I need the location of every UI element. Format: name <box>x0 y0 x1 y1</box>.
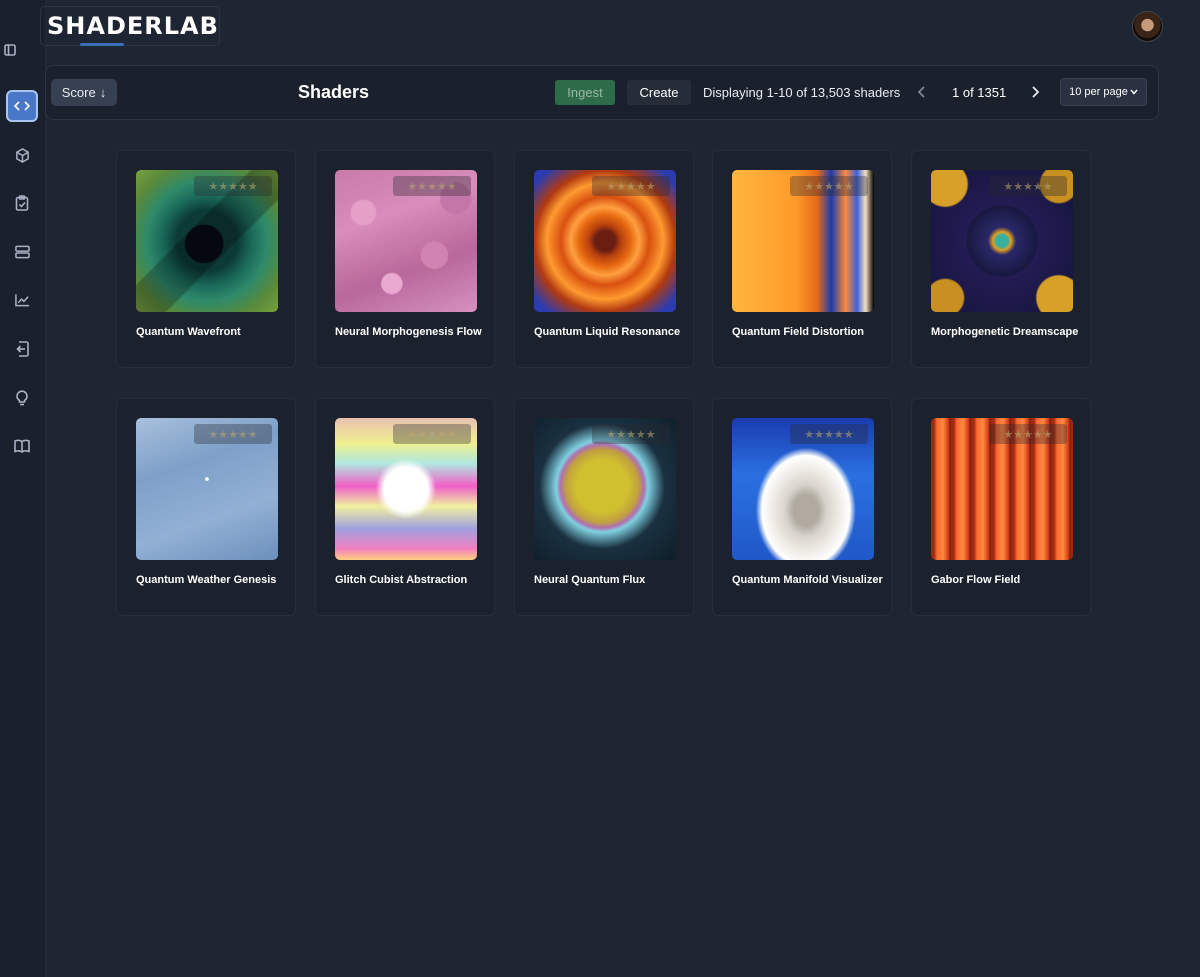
rating-stars[interactable]: ★★★★★ <box>592 424 670 444</box>
ingest-button[interactable]: Ingest <box>555 80 615 105</box>
next-page-button[interactable] <box>1027 83 1043 101</box>
rating-stars[interactable]: ★★★★★ <box>194 176 272 196</box>
sidebar-item-objects[interactable] <box>6 139 38 171</box>
shader-preview[interactable]: ★★★★★ <box>931 170 1073 312</box>
page-title: Shaders <box>298 82 370 102</box>
rating-stars[interactable]: ★★★★★ <box>393 424 471 444</box>
shader-card[interactable]: ★★★★★ Gabor Flow Field <box>911 398 1091 616</box>
clipboard-check-icon <box>15 195 29 211</box>
shader-preview[interactable]: ★★★★★ <box>732 170 874 312</box>
rating-stars[interactable]: ★★★★★ <box>194 424 272 444</box>
rating-stars[interactable]: ★★★★★ <box>989 424 1067 444</box>
shader-title: Morphogenetic Dreamscape <box>931 326 1079 338</box>
shader-preview[interactable]: ★★★★★ <box>931 418 1073 560</box>
shader-preview[interactable]: ★★★★★ <box>335 170 477 312</box>
shader-card[interactable]: ★★★★★ Quantum Liquid Resonance <box>514 150 694 368</box>
line-chart-icon <box>14 294 29 307</box>
cube-icon <box>15 147 29 163</box>
sidebar-item-import[interactable] <box>6 333 38 365</box>
shader-card[interactable]: ★★★★★ Quantum Weather Genesis <box>116 398 296 616</box>
lightbulb-icon <box>16 390 28 406</box>
shader-card[interactable]: ★★★★★ Quantum Manifold Visualizer <box>712 398 892 616</box>
shader-card[interactable]: ★★★★★ Neural Morphogenesis Flow <box>315 150 495 368</box>
rating-stars[interactable]: ★★★★★ <box>790 424 868 444</box>
sort-score-button[interactable]: Score ↓ <box>51 79 117 106</box>
shader-title: Neural Morphogenesis Flow <box>335 326 482 338</box>
shader-preview[interactable]: ★★★★★ <box>136 170 278 312</box>
pagination-summary: Displaying 1-10 of 13,503 shaders <box>703 85 901 100</box>
shaders-toolbar: Score ↓ Shaders Ingest Create Displaying… <box>45 65 1159 120</box>
shader-card[interactable]: ★★★★★ Neural Quantum Flux <box>514 398 694 616</box>
rating-stars[interactable]: ★★★★★ <box>592 176 670 196</box>
shader-card[interactable]: ★★★★★ Quantum Wavefront <box>116 150 296 368</box>
sidebar-item-storage[interactable] <box>6 236 38 268</box>
logo[interactable]: SHADERLAB <box>40 6 220 46</box>
shader-preview[interactable]: ★★★★★ <box>335 418 477 560</box>
shader-preview[interactable]: ★★★★★ <box>534 418 676 560</box>
create-button[interactable]: Create <box>627 80 691 105</box>
per-page-label: 10 per page <box>1069 86 1128 98</box>
sidebar-item-docs[interactable] <box>6 430 38 462</box>
logo-text: SHADERLAB <box>47 12 219 40</box>
sidebar-item-shaders[interactable] <box>6 90 38 122</box>
shader-preview[interactable]: ★★★★★ <box>136 418 278 560</box>
rating-stars[interactable]: ★★★★★ <box>790 176 868 196</box>
shader-title: Quantum Liquid Resonance <box>534 326 681 338</box>
book-icon <box>14 439 30 453</box>
sidebar-item-analytics[interactable] <box>6 284 38 316</box>
shader-title: Quantum Wavefront <box>136 326 241 338</box>
sidebar-item-tasks[interactable] <box>6 187 38 219</box>
chevron-left-icon <box>918 86 925 98</box>
server-icon <box>14 245 30 259</box>
page-indicator: 1 of 1351 <box>952 85 1007 100</box>
shader-title: Quantum Field Distortion <box>732 326 864 338</box>
previous-page-button[interactable] <box>914 83 930 101</box>
rating-stars[interactable]: ★★★★★ <box>989 176 1067 196</box>
sort-label: Score <box>61 85 96 100</box>
per-page-select[interactable]: 10 per page <box>1060 78 1147 106</box>
shader-card[interactable]: ★★★★★ Quantum Field Distortion <box>712 150 892 368</box>
shader-title: Neural Quantum Flux <box>534 574 646 586</box>
sidebar-item-ideas[interactable] <box>6 382 38 414</box>
import-icon <box>16 341 29 357</box>
shader-preview[interactable]: ★★★★★ <box>732 418 874 560</box>
shader-card[interactable]: ★★★★★ Morphogenetic Dreamscape <box>911 150 1091 368</box>
rating-stars[interactable]: ★★★★★ <box>393 176 471 196</box>
logo-accent-bar <box>80 43 124 46</box>
shader-preview[interactable]: ★★★★★ <box>534 170 676 312</box>
chevron-down-icon <box>1130 89 1138 95</box>
shader-title: Quantum Weather Genesis <box>136 574 277 586</box>
sidebar <box>0 0 46 977</box>
shader-title: Quantum Manifold Visualizer <box>732 574 883 586</box>
arrow-down-icon: ↓ <box>99 85 107 100</box>
code-icon <box>14 101 30 111</box>
avatar[interactable] <box>1132 11 1163 42</box>
shader-title: Gabor Flow Field <box>931 574 1021 586</box>
shader-title: Glitch Cubist Abstraction <box>335 574 468 586</box>
chevron-right-icon <box>1032 86 1039 98</box>
sidebar-toggle-icon[interactable] <box>2 40 18 60</box>
shader-card[interactable]: ★★★★★ Glitch Cubist Abstraction <box>315 398 495 616</box>
